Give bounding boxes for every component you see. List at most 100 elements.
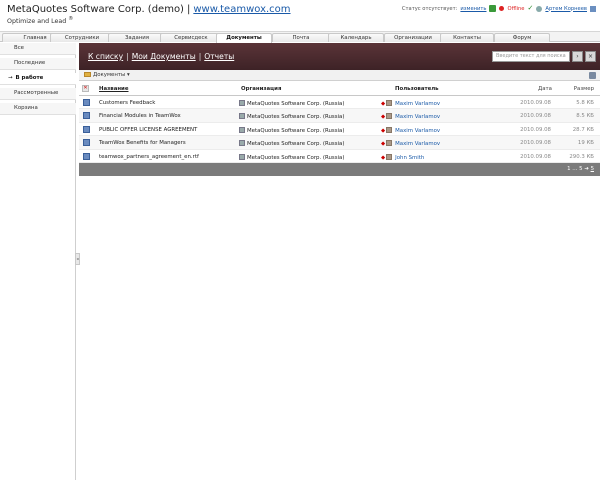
breadcrumb-separator: | — [198, 52, 202, 61]
user-name-link[interactable]: Артем Корнеев — [545, 6, 587, 12]
sidebar-item-recent[interactable]: Последние — [0, 58, 76, 70]
document-icon — [83, 125, 90, 133]
registered-mark: ® — [68, 16, 74, 22]
offline-label[interactable]: Offline — [507, 6, 524, 12]
logout-icon[interactable] — [590, 5, 596, 12]
back-to-list-link[interactable]: К списку — [88, 52, 123, 61]
doc-name[interactable]: TeamWox Benefits for Managers — [99, 140, 186, 146]
folder-icon — [84, 72, 91, 77]
change-status-link[interactable]: изменить — [460, 6, 486, 12]
doc-org: MetaQuotes Software Corp. (Russia) — [239, 153, 345, 161]
breadcrumb-separator: | — [126, 52, 129, 61]
tab-contacts[interactable]: Контакты — [440, 33, 494, 42]
table-row[interactable]: Customers Feedback MetaQuotes Software C… — [79, 96, 600, 110]
tab-calendar[interactable]: Календарь — [328, 33, 384, 42]
sidebar-item-label: Корзина — [14, 105, 38, 111]
tab-servicedesk[interactable]: Сервисдеск — [160, 33, 222, 42]
table-row[interactable]: teamwox_partners_agreement_en.rtf MetaQu… — [79, 150, 600, 163]
documents-dropdown-label: Документы — [93, 72, 126, 78]
tab-documents[interactable]: Документы — [216, 33, 272, 43]
doc-size: 5.8 КБ — [576, 100, 594, 106]
column-org-header[interactable]: Организация — [241, 86, 281, 92]
select-all-checkbox[interactable]: ✕ — [82, 85, 89, 92]
user-card-icon — [386, 140, 393, 147]
tab-mail[interactable]: Почта — [272, 33, 330, 42]
table-row[interactable]: Financial Modules in TeamWox MetaQuotes … — [79, 109, 600, 123]
organization-icon — [239, 153, 245, 160]
my-documents-link[interactable]: Мои Документы — [132, 52, 196, 61]
column-size-header[interactable]: Размер — [574, 86, 594, 92]
search-input[interactable]: Введите текст для поиска — [492, 51, 570, 62]
tab-employees[interactable]: Сотрудники — [50, 33, 114, 42]
tagline-text: Optimize and Lead — [7, 18, 67, 26]
doc-user-link[interactable]: Maxim Varlamov — [395, 128, 440, 134]
tab-organizations[interactable]: Организации — [384, 33, 442, 42]
doc-user: ◆ Maxim Varlamov — [381, 140, 440, 147]
pager-next-icon[interactable]: ➔ — [584, 166, 589, 172]
table-body: Customers Feedback MetaQuotes Software C… — [79, 96, 600, 163]
doc-name[interactable]: Financial Modules in TeamWox — [99, 113, 181, 119]
doc-user-link[interactable]: Maxim Varlamov — [395, 114, 440, 120]
pager-last-link[interactable]: 5 — [591, 166, 594, 172]
doc-org: MetaQuotes Software Corp. (Russia) — [239, 126, 344, 134]
doc-org-text: MetaQuotes Software Corp. (Russia) — [247, 154, 345, 161]
doc-size: 8.5 КБ — [576, 113, 594, 120]
tagline: Optimize and Lead ® — [7, 16, 73, 25]
doc-name[interactable]: teamwox_partners_agreement_en.rtf — [99, 154, 199, 160]
chevron-down-icon: ▾ — [126, 72, 130, 78]
user-card-icon — [386, 113, 393, 120]
doc-size: 290.3 КБ — [569, 153, 594, 160]
offline-dot-icon — [499, 6, 505, 11]
brand: MetaQuotes Software Corp. (demo) | www.tea… — [7, 4, 291, 15]
doc-name[interactable]: PUBLIC OFFER LICENSE AGREEMENT — [99, 127, 197, 133]
user-card-icon — [386, 126, 393, 133]
column-date-header[interactable]: Дата — [538, 86, 552, 92]
doc-user: ◆ Maxim Varlamov — [381, 113, 440, 120]
sidebar-item-reviewed[interactable]: Рассмотренные — [0, 88, 76, 100]
tab-forum[interactable]: Форум — [494, 33, 550, 42]
documents-table: ✕ Название Организация Пользователь Дата… — [79, 82, 600, 176]
site-link[interactable]: www.teamwox.com — [193, 4, 290, 15]
doc-date: 2010.09.08 — [520, 113, 551, 120]
sidebar-item-trash[interactable]: Корзина — [0, 103, 76, 115]
status-absent-text: Статус отсутствует: — [401, 5, 458, 12]
doc-user-link[interactable]: Maxim Varlamov — [395, 141, 440, 147]
sidebar-item-in-progress[interactable]: → В работе — [0, 73, 76, 85]
pager: 1 ... 5 ➔ 5 — [567, 166, 594, 172]
content-header: К списку | Мои Документы | Отчеты Введите те… — [79, 43, 600, 70]
main-nav-tabs: Главная Сотрудники Задания Сервисдеск До… — [0, 31, 600, 43]
user-card-icon — [386, 100, 393, 106]
doc-date: 2010.09.08 — [520, 140, 551, 147]
check-icon[interactable]: ✓ — [528, 5, 534, 12]
table-header: ✕ Название Организация Пользователь Дата… — [79, 82, 600, 96]
tab-tasks[interactable]: Задания — [108, 33, 166, 42]
search-go-button[interactable]: › — [572, 51, 583, 62]
table-row[interactable]: PUBLIC OFFER LICENSE AGREEMENT MetaQuote… — [79, 123, 600, 137]
user-marker-icon: ◆ — [381, 141, 386, 148]
sidebar-item-label: Все — [14, 45, 24, 51]
doc-org-text: MetaQuotes Software Corp. (Russia) — [247, 114, 345, 121]
sidebar-item-label: Рассмотренные — [14, 90, 59, 96]
status-icon[interactable] — [489, 5, 497, 12]
doc-user-link[interactable]: Maxim Varlamov — [395, 101, 440, 107]
sidebar: Все Последние → В работе Рассмотренные Ко… — [0, 43, 76, 480]
table-row[interactable]: TeamWox Benefits for Managers MetaQuotes… — [79, 136, 600, 150]
user-icon — [536, 5, 543, 12]
user-marker-icon: ◆ — [381, 127, 386, 134]
organization-icon — [239, 140, 245, 147]
doc-user-link[interactable]: John Smith — [395, 155, 424, 161]
search-clear-button[interactable]: × — [585, 51, 596, 62]
organization-icon — [239, 113, 245, 120]
organization-icon — [239, 126, 245, 133]
documents-dropdown[interactable]: Документы ▾ — [84, 72, 130, 78]
doc-org-text: MetaQuotes Software Corp. (Russia) — [247, 141, 345, 148]
settings-icon[interactable] — [589, 72, 596, 79]
sidebar-item-all[interactable]: Все — [0, 43, 76, 55]
doc-org: MetaQuotes Software Corp. (Russia) — [239, 113, 344, 120]
pager-range: 1 ... 5 — [567, 165, 583, 172]
doc-name[interactable]: Customers Feedback — [99, 100, 155, 106]
app-header: MetaQuotes Software Corp. (demo) | www.tea… — [0, 0, 600, 30]
column-user-header[interactable]: Пользователь — [395, 86, 439, 92]
column-name-header[interactable]: Название — [99, 86, 129, 92]
reports-link[interactable]: Отчеты — [204, 52, 234, 61]
